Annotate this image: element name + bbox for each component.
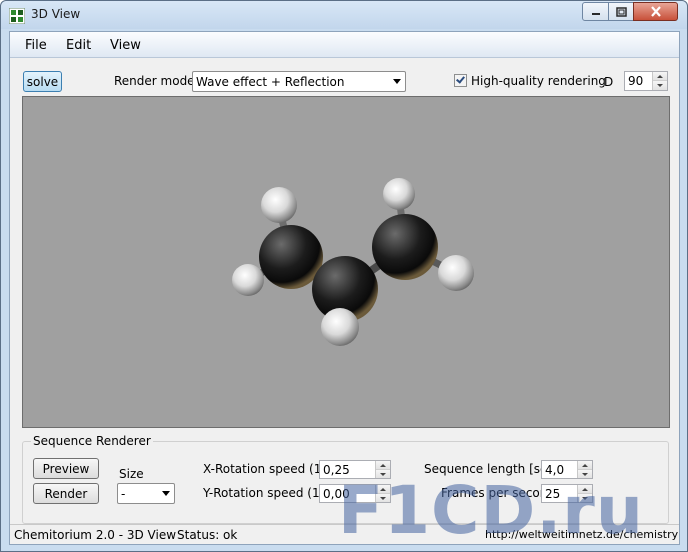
- close-icon: [650, 6, 661, 17]
- status-value: ok: [223, 528, 238, 542]
- size-value: -: [121, 487, 126, 501]
- maximize-icon: [615, 6, 627, 17]
- 3d-viewport[interactable]: [22, 96, 670, 428]
- hydrogen-atom: [321, 308, 359, 346]
- menu-file[interactable]: File: [25, 38, 47, 53]
- spin-up-icon[interactable]: [653, 72, 667, 81]
- x-rotation-label: X-Rotation speed (1/s): [203, 462, 337, 476]
- spin-up-icon[interactable]: [578, 461, 592, 470]
- menu-edit[interactable]: Edit: [66, 38, 91, 53]
- client-area: File Edit View solve Render mode Wave ef…: [9, 31, 680, 545]
- render-mode-value: Wave effect + Reflection: [196, 75, 345, 89]
- close-button[interactable]: [633, 2, 678, 21]
- chevron-down-icon: [393, 79, 401, 84]
- size-label: Size: [119, 467, 144, 481]
- solve-button[interactable]: solve: [23, 71, 62, 92]
- preview-button[interactable]: Preview: [33, 458, 99, 479]
- spin-up-icon[interactable]: [376, 461, 390, 470]
- size-select[interactable]: -: [117, 483, 175, 504]
- title-bar[interactable]: 3D View: [1, 1, 687, 29]
- render-mode-select[interactable]: Wave effect + Reflection: [192, 71, 406, 92]
- hydrogen-atom: [438, 255, 474, 291]
- render-button[interactable]: Render: [33, 483, 99, 504]
- high-quality-checkbox[interactable]: [454, 74, 467, 87]
- molecule-render: [232, 178, 474, 346]
- chevron-down-icon: [162, 491, 170, 496]
- watermark-logo: F1CD.ru: [338, 472, 644, 549]
- high-quality-label: High-quality rendering: [471, 74, 606, 88]
- minimize-icon: [591, 12, 600, 15]
- window-title: 3D View: [31, 7, 81, 21]
- hydrogen-atom: [261, 187, 297, 223]
- spin-down-icon[interactable]: [653, 81, 667, 90]
- minimize-button[interactable]: [582, 2, 609, 21]
- status-app-name: Chemitorium 2.0 - 3D View: [14, 528, 177, 542]
- menu-view[interactable]: View: [110, 38, 141, 53]
- app-icon: [9, 8, 25, 24]
- hydrogen-atom: [232, 264, 264, 296]
- checkmark-icon: [456, 74, 465, 84]
- d-label: D: [604, 75, 614, 89]
- d-spinner[interactable]: 90: [624, 71, 668, 91]
- carbon-atom: [259, 225, 323, 289]
- d-value: 90: [628, 74, 644, 88]
- sequence-renderer-title: Sequence Renderer: [31, 434, 153, 448]
- menu-bar: File Edit View: [10, 32, 679, 58]
- app-window: 3D View File Edit View solve Render mode…: [0, 0, 688, 552]
- carbon-atom: [372, 214, 438, 280]
- status-label: Status:: [177, 528, 220, 542]
- y-rotation-label: Y-Rotation speed (1/s): [203, 486, 335, 500]
- d-spinner-buttons: [652, 72, 667, 90]
- render-mode-label: Render mode: [114, 74, 195, 88]
- maximize-button[interactable]: [608, 2, 634, 21]
- hydrogen-atom: [383, 178, 415, 210]
